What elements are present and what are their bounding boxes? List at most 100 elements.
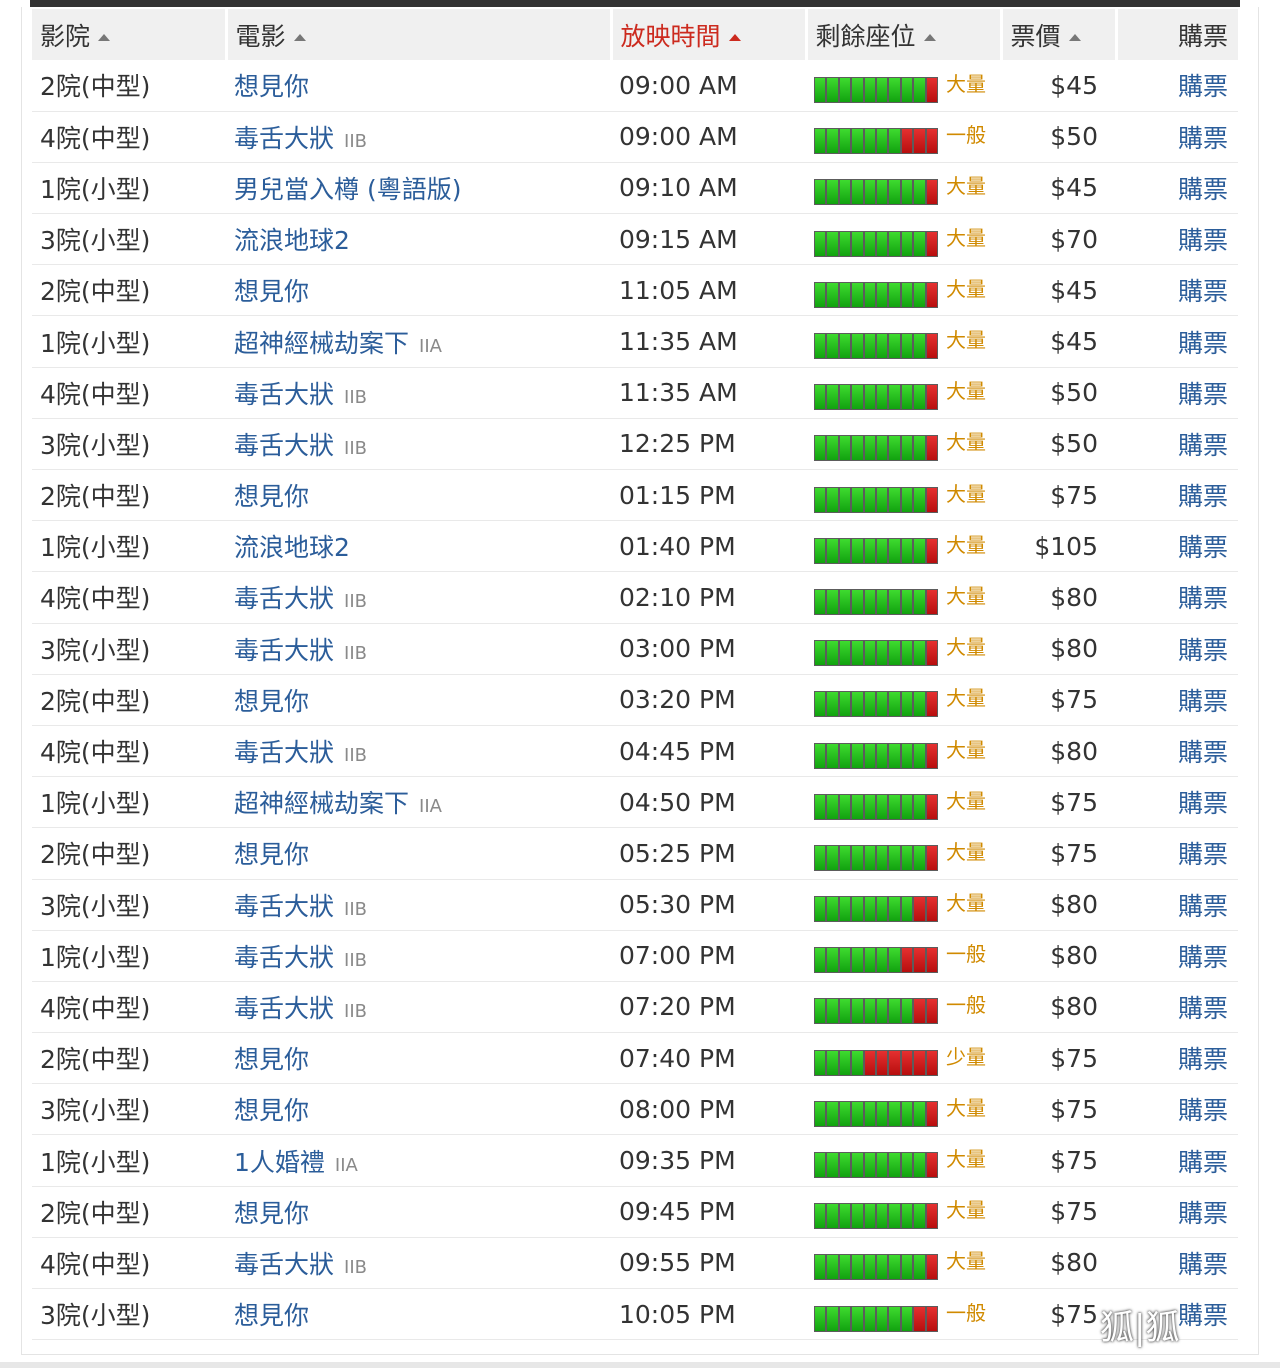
- film-link[interactable]: 1人婚禮: [234, 1148, 325, 1177]
- buy-ticket-link[interactable]: 購票: [1178, 72, 1228, 101]
- buy-cell: 購票: [1116, 776, 1238, 829]
- price-cell: $80: [1001, 879, 1116, 931]
- seat-availability-meter: [814, 128, 938, 155]
- buy-ticket-link[interactable]: 購票: [1178, 840, 1228, 869]
- buy-ticket-link[interactable]: 購票: [1178, 431, 1228, 460]
- meter-segment: [877, 999, 888, 1024]
- film-link[interactable]: 毒舌大狀: [234, 1250, 334, 1279]
- showtime-cell: 07:40 PM: [611, 1032, 806, 1085]
- film-link[interactable]: 流浪地球2: [234, 533, 350, 562]
- film-link[interactable]: 想見你: [234, 1301, 309, 1330]
- film-link[interactable]: 想見你: [234, 1199, 309, 1228]
- seat-availability-meter: [814, 947, 938, 974]
- film-link[interactable]: 想見你: [234, 687, 309, 716]
- film-link[interactable]: 毒舌大狀: [234, 994, 334, 1023]
- film-link[interactable]: 超神經械劫案下: [234, 329, 409, 358]
- table-row: 3院(小型) 毒舌大狀 IIB 05:30 PM 大量 $80 購票: [32, 879, 1238, 931]
- film-link[interactable]: 男兒當入樽 (粵語版): [234, 175, 461, 204]
- cinema-cell: 1院(小型): [32, 520, 226, 573]
- seat-availability-meter: [814, 435, 938, 462]
- column-header-film[interactable]: 電影: [226, 9, 613, 60]
- meter-segment: [877, 589, 888, 614]
- buy-ticket-link[interactable]: 購票: [1178, 943, 1228, 972]
- buy-ticket-link[interactable]: 購票: [1178, 175, 1228, 204]
- rating-badge: IIB: [344, 386, 367, 408]
- seat-availability-meter: [814, 691, 938, 718]
- film-link[interactable]: 毒舌大狀: [234, 892, 334, 921]
- film-link[interactable]: 毒舌大狀: [234, 738, 334, 767]
- meter-segment: [839, 334, 851, 359]
- column-header-time[interactable]: 放映時間: [611, 9, 808, 60]
- film-link[interactable]: 毒舌大狀: [234, 943, 334, 972]
- buy-ticket-link[interactable]: 購票: [1178, 789, 1228, 818]
- buy-cell: 購票: [1116, 213, 1238, 266]
- film-link[interactable]: 流浪地球2: [234, 226, 350, 255]
- film-link[interactable]: 想見你: [234, 1096, 309, 1125]
- column-header-cinema[interactable]: 影院: [32, 9, 228, 60]
- meter-segment: [852, 948, 863, 973]
- rating-badge: IIB: [344, 745, 367, 767]
- film-link[interactable]: 毒舌大狀: [234, 124, 334, 153]
- meter-segment: [815, 948, 826, 973]
- meter-segment: [839, 999, 851, 1024]
- meter-segment: [901, 999, 913, 1024]
- buy-ticket-link[interactable]: 購票: [1178, 1301, 1228, 1330]
- meter-segment: [839, 641, 851, 666]
- buy-ticket-link[interactable]: 購票: [1178, 1096, 1228, 1125]
- buy-ticket-link[interactable]: 購票: [1178, 226, 1228, 255]
- showtime-cell: 01:15 PM: [611, 469, 806, 522]
- meter-segment: [815, 1050, 826, 1075]
- price-cell: $50: [1001, 367, 1116, 419]
- film-link[interactable]: 想見你: [234, 72, 309, 101]
- meter-segment: [815, 282, 826, 307]
- buy-ticket-link[interactable]: 購票: [1178, 892, 1228, 921]
- meter-segment: [815, 845, 826, 870]
- sort-up-icon: [1068, 33, 1081, 41]
- column-header-seats[interactable]: 剩餘座位: [806, 9, 1003, 60]
- seat-availability-label: 一般: [946, 123, 986, 148]
- film-link[interactable]: 超神經械劫案下: [234, 789, 409, 818]
- meter-segment: [901, 282, 913, 307]
- meter-segment: [926, 385, 938, 410]
- buy-ticket-link[interactable]: 購票: [1178, 584, 1228, 613]
- meter-segment: [877, 1153, 888, 1178]
- buy-ticket-link[interactable]: 購票: [1178, 380, 1228, 409]
- film-link[interactable]: 想見你: [234, 482, 309, 511]
- cinema-cell: 3院(小型): [32, 879, 226, 931]
- film-link[interactable]: 想見你: [234, 1045, 309, 1074]
- buy-ticket-link[interactable]: 購票: [1178, 277, 1228, 306]
- film-link[interactable]: 毒舌大狀: [234, 636, 334, 665]
- buy-ticket-link[interactable]: 購票: [1178, 1045, 1228, 1074]
- buy-ticket-link[interactable]: 購票: [1178, 533, 1228, 562]
- buy-ticket-link[interactable]: 購票: [1178, 636, 1228, 665]
- cinema-cell: 1院(小型): [32, 162, 226, 215]
- film-cell: 毒舌大狀 IIB: [226, 571, 611, 624]
- buy-ticket-link[interactable]: 購票: [1178, 1199, 1228, 1228]
- buy-ticket-link[interactable]: 購票: [1178, 994, 1228, 1023]
- price-cell: $75: [1001, 1134, 1116, 1187]
- table-row: 4院(中型) 毒舌大狀 IIB 09:00 AM 一般 $50 購票: [32, 111, 1238, 163]
- table-row: 2院(中型) 想見你 03:20 PM 大量 $75 購票: [32, 674, 1238, 726]
- column-header-price[interactable]: 票價: [1001, 9, 1118, 60]
- buy-ticket-link[interactable]: 購票: [1178, 124, 1228, 153]
- film-link[interactable]: 想見你: [234, 840, 309, 869]
- film-link[interactable]: 毒舌大狀: [234, 431, 334, 460]
- film-cell: 毒舌大狀 IIB: [226, 111, 611, 163]
- meter-segment: [926, 538, 938, 563]
- meter-segment: [926, 77, 938, 102]
- buy-ticket-link[interactable]: 購票: [1178, 738, 1228, 767]
- meter-segment: [839, 1153, 851, 1178]
- film-link[interactable]: 毒舌大狀: [234, 380, 334, 409]
- buy-ticket-link[interactable]: 購票: [1178, 687, 1228, 716]
- film-link[interactable]: 想見你: [234, 277, 309, 306]
- buy-ticket-link[interactable]: 購票: [1178, 1250, 1228, 1279]
- buy-ticket-link[interactable]: 購票: [1178, 1148, 1228, 1177]
- seats-cell: 大量: [806, 827, 1001, 880]
- buy-ticket-link[interactable]: 購票: [1178, 329, 1228, 358]
- cinema-cell: 3院(小型): [32, 623, 226, 675]
- column-header-label: 購票: [1177, 21, 1228, 51]
- film-link[interactable]: 毒舌大狀: [234, 584, 334, 613]
- meter-segment: [926, 487, 938, 512]
- buy-ticket-link[interactable]: 購票: [1178, 482, 1228, 511]
- buy-cell: 購票: [1116, 1186, 1238, 1238]
